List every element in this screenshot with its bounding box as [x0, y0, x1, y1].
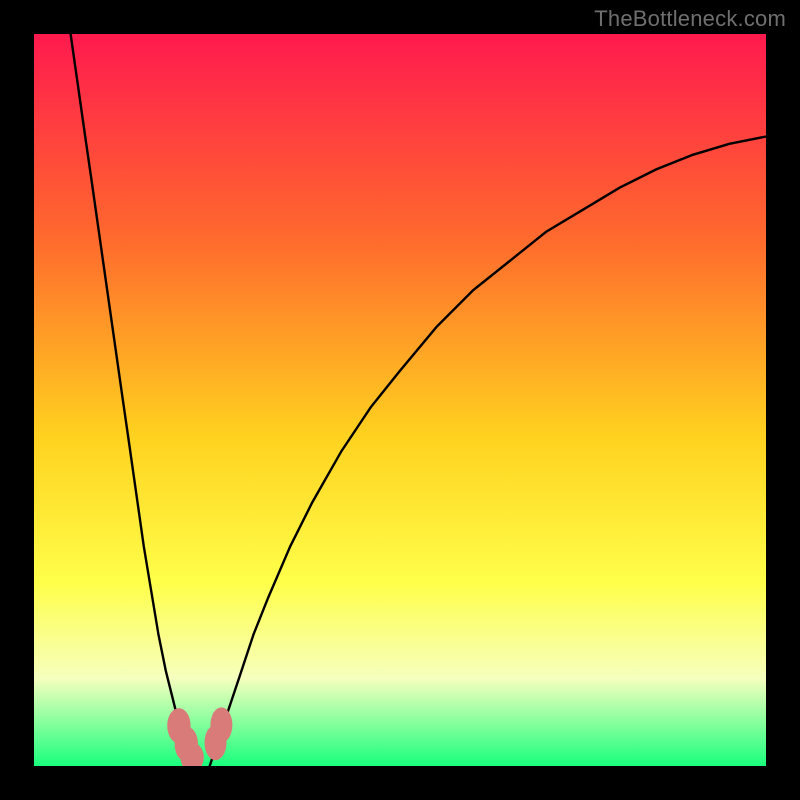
watermark-text: TheBottleneck.com [594, 6, 786, 32]
bottleneck-chart [34, 34, 766, 766]
marker-pink-right-2 [210, 707, 232, 742]
chart-frame: TheBottleneck.com [0, 0, 800, 800]
plot-area [34, 34, 766, 766]
gradient-background [34, 34, 766, 766]
